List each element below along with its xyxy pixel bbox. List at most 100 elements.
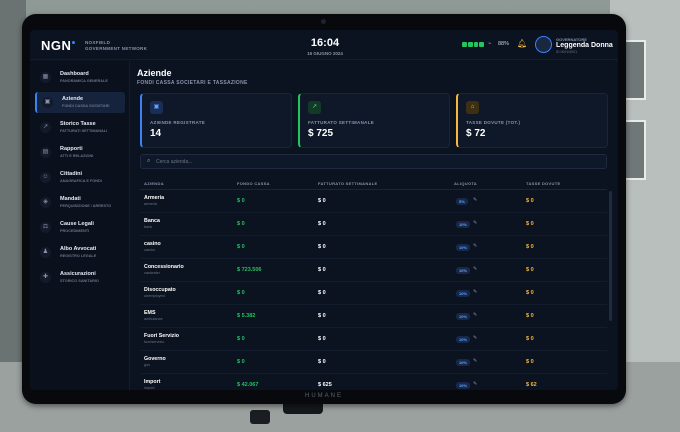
tax-rate-badge: 10% xyxy=(456,359,471,366)
company-id: casino xyxy=(144,248,155,252)
sidebar-item-storico-tasse[interactable]: ↗ Storico Tasse FATTURATI SETTIMANALI xyxy=(35,117,125,138)
edit-icon[interactable]: ✎ xyxy=(473,312,477,318)
user-name[interactable]: Leggenda Donna xyxy=(556,42,613,49)
table-row[interactable]: Armeria armeria $ 0 $ 0 5% ✎ $ 0 xyxy=(140,191,607,213)
edit-icon[interactable]: ✎ xyxy=(473,243,477,249)
stat-card-taxes: ⌂ TASSE DOVUTE (TOT.) $ 72 xyxy=(456,93,608,148)
company-id: ambulance xyxy=(144,317,163,321)
edit-icon[interactable]: ✎ xyxy=(473,381,477,387)
company-name: casino xyxy=(144,241,161,247)
taxes-due: $ 62 xyxy=(526,382,537,388)
battery-percentage: 88% xyxy=(498,41,510,47)
sidebar-item-sublabel: PANORAMICA GENERALE xyxy=(60,79,108,83)
weekly-revenue: $ 0 xyxy=(318,244,326,250)
company-name: Governo xyxy=(144,356,166,362)
org-name: NOXFIELD GOVERNMENT NETWORK xyxy=(85,40,147,52)
tablet-stand-base xyxy=(250,410,270,424)
sidebar-item-sublabel: PERQUISIZIONE / ARRESTO xyxy=(60,204,112,208)
cash-fund: $ 0 xyxy=(237,359,245,365)
taxes-due: $ 0 xyxy=(526,336,534,342)
building-window xyxy=(624,120,646,180)
device-brand: HUMANE xyxy=(304,393,343,399)
tax-rate-badge: 10% xyxy=(456,221,471,228)
tax-rate-badge: 10% xyxy=(456,336,471,343)
sidebar-item-cittadini[interactable]: ☺ Cittadini ANAGRAFICA E FONDI xyxy=(35,167,125,188)
table-row[interactable]: EMS ambulance $ 5.382 $ 0 10% ✎ $ 0 xyxy=(140,306,607,328)
taxes-due: $ 0 xyxy=(526,359,534,365)
column-header-fatturato[interactable]: FATTURATO SETTIMANALE xyxy=(318,181,377,186)
company-name: Import xyxy=(144,379,161,385)
sidebar-item-mandati[interactable]: ◈ Mandati PERQUISIZIONE / ARRESTO xyxy=(35,192,125,213)
cash-fund: $ 0 xyxy=(237,198,245,204)
edit-icon[interactable]: ✎ xyxy=(473,197,477,203)
search-input[interactable] xyxy=(156,157,596,167)
table-row[interactable]: Disoccupato unemployed $ 0 $ 0 10% ✎ $ 0 xyxy=(140,283,607,305)
sidebar-item-cause-legali[interactable]: ⚖ Cause Legali PROCEDIMENTI xyxy=(35,217,125,238)
company-id: armeria xyxy=(144,202,157,206)
stat-value: $ 725 xyxy=(308,128,334,139)
column-header-azienda[interactable]: AZIENDA xyxy=(144,181,164,186)
signal-icon: ⌁ xyxy=(488,41,492,47)
sidebar-item-dashboard[interactable]: ▦ Dashboard PANORAMICA GENERALE xyxy=(35,67,125,88)
avatar[interactable] xyxy=(535,36,552,53)
sidebar-item-aziende[interactable]: ▣ Aziende FONDI CASSA SOCIETARI xyxy=(35,92,125,113)
company-name: Concessionario xyxy=(144,264,184,270)
company-id: cardealer xyxy=(144,271,160,275)
edit-icon[interactable]: ✎ xyxy=(473,220,477,226)
table-row[interactable]: Import import $ 42.067 $ 625 10% ✎ $ 62 xyxy=(140,375,607,390)
company-name: Fuori Servizio xyxy=(144,333,180,339)
column-header-tasse[interactable]: TASSE DOVUTE xyxy=(526,181,560,186)
sidebar-item-sublabel: FATTURATI SETTIMANALI xyxy=(60,129,108,133)
weekly-revenue: $ 0 xyxy=(318,221,326,227)
tax-rate-badge: 5% xyxy=(456,198,468,205)
main-content: Aziende FONDI CASSA SOCIETARI E TASSAZIO… xyxy=(130,61,618,390)
company-name: EMS xyxy=(144,310,156,316)
org-line-2: GOVERNMENT NETWORK xyxy=(85,46,148,51)
sidebar-item-assicurazioni[interactable]: ✚ Assicurazioni STORICO SANITARIO xyxy=(35,267,125,288)
cash-fund: $ 723.506 xyxy=(237,267,262,273)
tax-rate-badge: 10% xyxy=(456,313,471,320)
sidebar: ▦ Dashboard PANORAMICA GENERALE ▣ Aziende FON… xyxy=(30,61,130,390)
taxes-due: $ 0 xyxy=(526,244,534,250)
table-row[interactable]: casino casino $ 0 $ 0 10% ✎ $ 0 xyxy=(140,237,607,259)
column-header-fondo[interactable]: FONDO CASSA xyxy=(237,181,270,186)
taxes-due: $ 0 xyxy=(526,267,534,273)
tablet-device: HUMANE NGN● NOXFIELD GOVERNMENT NETWORK … xyxy=(22,14,626,404)
scrollbar[interactable] xyxy=(609,191,612,321)
company-id: import xyxy=(144,386,155,390)
edit-icon[interactable]: ✎ xyxy=(473,289,477,295)
edit-icon[interactable]: ✎ xyxy=(473,335,477,341)
search-bar[interactable]: ⌕ xyxy=(140,154,607,169)
sidebar-item-rapporti[interactable]: ▤ Rapporti ATTI E RELAZIONI xyxy=(35,142,125,163)
document-icon: ▤ xyxy=(40,147,51,158)
taxes-due: $ 0 xyxy=(526,221,534,227)
camera-icon xyxy=(321,19,326,24)
sidebar-item-albo-avvocati[interactable]: ♟ Albo Avvocati REGISTRO LEGALE xyxy=(35,242,125,263)
table-row[interactable]: Fuori Servizio fuoriservizio $ 0 $ 0 10% ✎ $ 0 xyxy=(140,329,607,351)
cash-fund: $ 0 xyxy=(237,290,245,296)
edit-icon[interactable]: ✎ xyxy=(473,358,477,364)
weekly-revenue: $ 0 xyxy=(318,336,326,342)
building-window xyxy=(624,40,646,100)
table-row[interactable]: Governo gov $ 0 $ 0 10% ✎ $ 0 xyxy=(140,352,607,374)
page-subtitle: FONDI CASSA SOCIETARI E TASSAZIONE xyxy=(137,80,248,86)
chart-icon: ↗ xyxy=(40,122,51,133)
column-header-aliquota[interactable]: ALIQUOTA xyxy=(454,181,477,186)
sidebar-item-label: Albo Avvocati xyxy=(60,246,97,252)
tax-rate-badge: 10% xyxy=(456,267,471,274)
table-row[interactable]: Banca bank $ 0 $ 0 10% ✎ $ 0 xyxy=(140,214,607,236)
stat-label: AZIENDE REGISTRATE xyxy=(150,120,206,125)
edit-icon[interactable]: ✎ xyxy=(473,266,477,272)
company-id: unemployed xyxy=(144,294,165,298)
bell-icon[interactable]: 🔔︎ xyxy=(517,39,527,48)
app-logo[interactable]: NGN● xyxy=(41,38,76,53)
stat-card-registered: ▣ AZIENDE REGISTRATE 14 xyxy=(140,93,292,148)
taxes-due: $ 0 xyxy=(526,313,534,319)
company-id: fuoriservizio xyxy=(144,340,165,344)
scales-icon: ⚖ xyxy=(40,222,51,233)
cash-fund: $ 0 xyxy=(237,221,245,227)
weekly-revenue: $ 625 xyxy=(318,382,332,388)
table-row[interactable]: Concessionario cardealer $ 723.506 $ 0 10% ✎ $… xyxy=(140,260,607,282)
sidebar-item-sublabel: FONDI CASSA SOCIETARI xyxy=(62,104,110,108)
taxes-due: $ 0 xyxy=(526,290,534,296)
